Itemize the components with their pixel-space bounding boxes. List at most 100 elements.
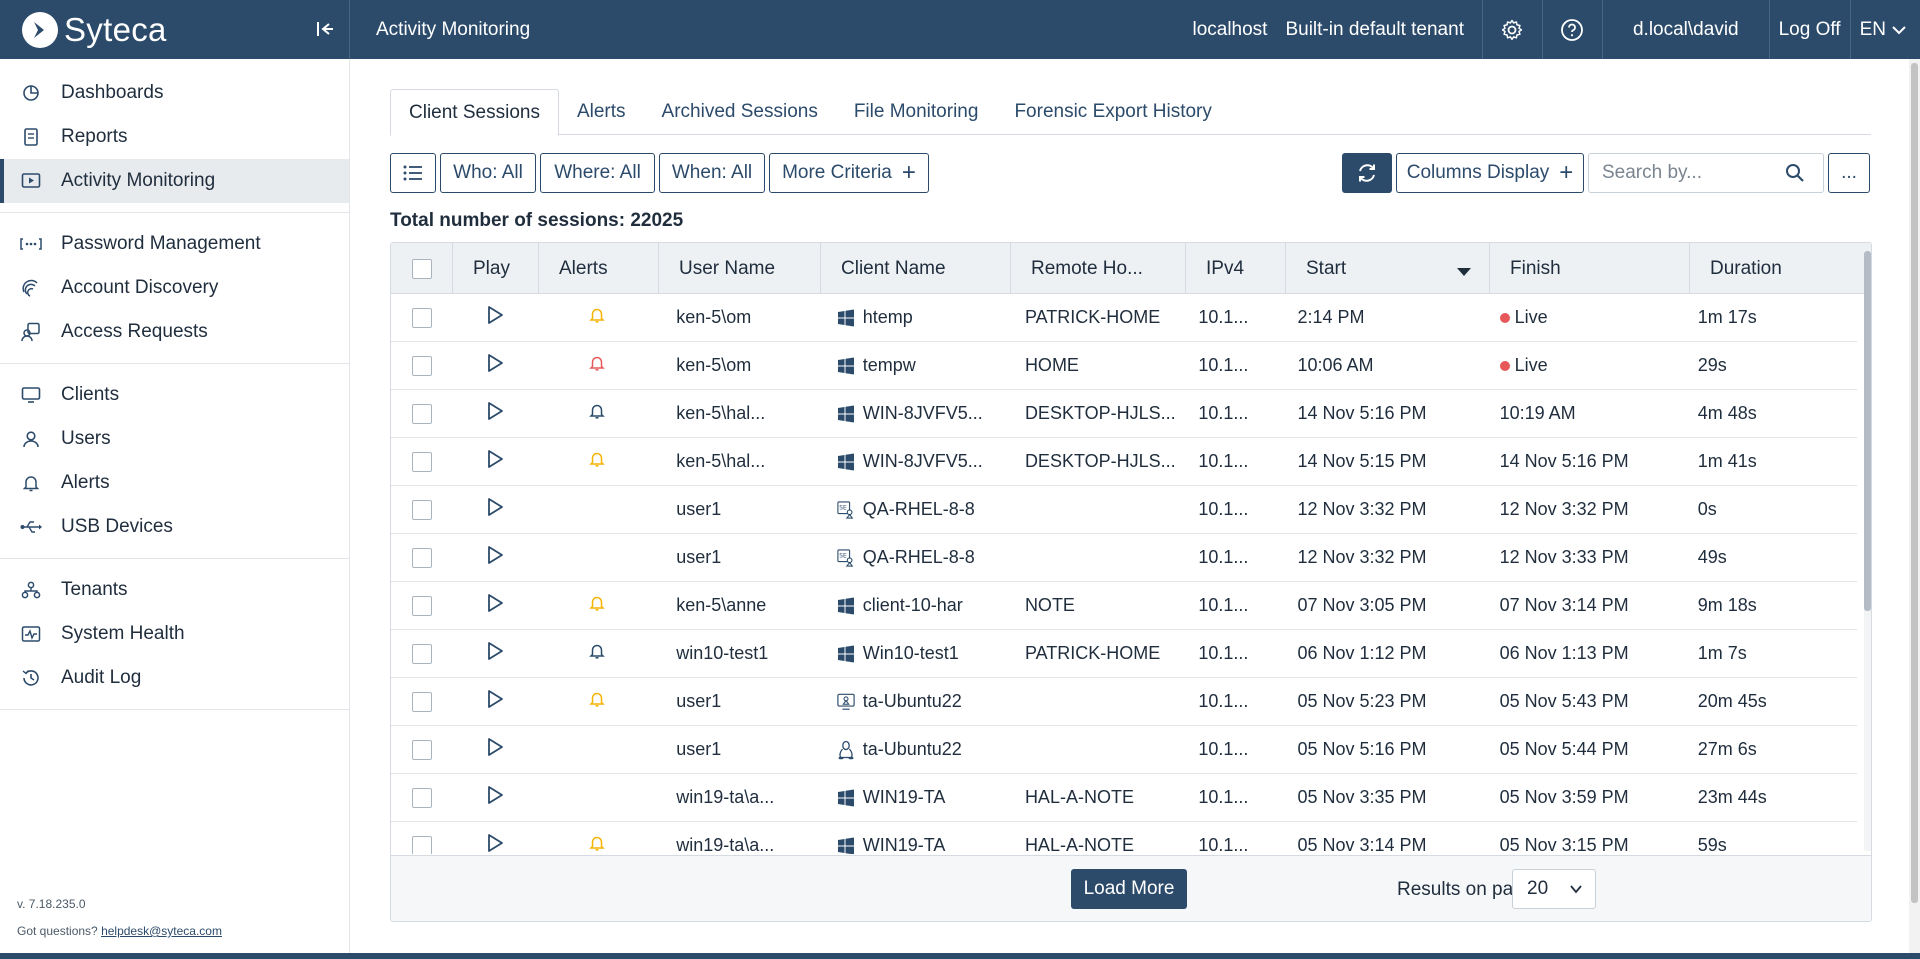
row-checkbox[interactable] <box>411 739 432 760</box>
tab-alerts[interactable]: Alerts <box>559 89 644 135</box>
when-filter-button[interactable]: When: All <box>659 153 765 193</box>
column-header-remote-ho[interactable]: Remote Ho... <box>1011 243 1186 294</box>
current-user[interactable]: d.local\david <box>1601 0 1769 59</box>
more-actions-button[interactable]: ... <box>1828 153 1870 193</box>
more-criteria-button[interactable]: More Criteria + <box>769 153 929 193</box>
column-header-duration[interactable]: Duration <box>1690 243 1871 294</box>
row-checkbox[interactable] <box>411 787 432 808</box>
sidebar-item-usb-devices[interactable]: USB Devices <box>0 505 349 549</box>
grid-scrollbar[interactable] <box>1864 251 1871 851</box>
tab-forensic-export-history[interactable]: Forensic Export History <box>996 89 1229 135</box>
sidebar-item-password-management[interactable]: Password Management <box>0 222 349 266</box>
tenant-name[interactable]: Built-in default tenant <box>1276 0 1482 59</box>
column-header-finish[interactable]: Finish <box>1490 243 1690 294</box>
row-checkbox[interactable] <box>411 835 432 854</box>
load-more-button[interactable]: Load More <box>1071 869 1187 909</box>
finish-text: 12 Nov 3:32 PM <box>1499 499 1629 519</box>
sidebar-item-system-health[interactable]: System Health <box>0 612 349 656</box>
play-icon[interactable] <box>486 737 504 762</box>
who-filter-button[interactable]: Who: All <box>440 153 536 193</box>
sort-desc-icon[interactable] <box>1457 261 1471 283</box>
results-per-page-select[interactable]: 20 <box>1512 869 1596 909</box>
sidebar-item-access-requests[interactable]: Access Requests <box>0 310 349 354</box>
sidebar-item-users[interactable]: Users <box>0 417 349 461</box>
play-icon[interactable] <box>486 449 504 474</box>
row-checkbox[interactable] <box>411 643 432 664</box>
play-icon[interactable] <box>486 689 504 714</box>
search-icon[interactable] <box>1785 163 1805 183</box>
collapse-sidebar-icon[interactable] <box>313 17 337 41</box>
tab-client-sessions[interactable]: Client Sessions <box>390 89 559 136</box>
column-header-play[interactable]: Play <box>453 243 539 294</box>
sidebar-item-account-discovery[interactable]: Account Discovery <box>0 266 349 310</box>
syteca-logo-icon[interactable] <box>22 11 58 48</box>
column-header-alerts[interactable]: Alerts <box>539 243 659 294</box>
row-checkbox[interactable] <box>411 403 432 424</box>
alert-bell-yellow-icon[interactable] <box>589 835 605 854</box>
columns-display-button[interactable]: Columns Display + <box>1396 153 1584 193</box>
sidebar-item-alerts[interactable]: Alerts <box>0 461 349 505</box>
language-select[interactable]: EN <box>1849 0 1920 59</box>
sidebar-item-tenants[interactable]: Tenants <box>0 568 349 612</box>
play-icon[interactable] <box>486 401 504 426</box>
alert-bell-yellow-icon[interactable] <box>589 307 605 328</box>
tab-archived-sessions[interactable]: Archived Sessions <box>644 89 836 135</box>
table-row[interactable]: ken-5\om htemp PATRICK-HOME 10.1... 2:14 PM L… <box>391 294 1857 342</box>
alert-bell-blue-icon[interactable] <box>589 643 605 664</box>
column-header-client-name[interactable]: Client Name <box>821 243 1011 294</box>
play-icon[interactable] <box>486 545 504 570</box>
sidebar-item-activity-monitoring[interactable]: Activity Monitoring <box>0 159 349 203</box>
page-scrollbar[interactable] <box>1909 59 1920 959</box>
table-row[interactable]: user1 ta-Ubuntu22 10.1... 05 Nov 5:23 PM 05 … <box>391 678 1857 726</box>
help-button[interactable] <box>1541 0 1602 59</box>
row-checkbox[interactable] <box>411 307 432 328</box>
table-row[interactable]: win19-ta\a... WIN19-TA HAL-A-NOTE 10.1... 05… <box>391 774 1857 822</box>
table-row[interactable]: win19-ta\a... WIN19-TA HAL-A-NOTE 10.1... 05… <box>391 822 1857 854</box>
row-checkbox[interactable] <box>411 547 432 568</box>
table-row[interactable]: ken-5\hal... WIN-8JVFV5... DESKTOP-HJLS...… <box>391 438 1857 486</box>
alert-bell-yellow-icon[interactable] <box>589 451 605 472</box>
table-row[interactable]: win10-test1 Win10-test1 PATRICK-HOME 10.1..… <box>391 630 1857 678</box>
sidebar-item-dashboards[interactable]: Dashboards <box>0 71 349 115</box>
select-all-checkbox[interactable] <box>411 258 432 279</box>
alert-bell-yellow-icon[interactable] <box>589 691 605 712</box>
row-checkbox[interactable] <box>411 355 432 376</box>
play-icon[interactable] <box>486 497 504 522</box>
settings-button[interactable] <box>1481 0 1542 59</box>
sidebar-item-label: Access Requests <box>61 321 208 342</box>
row-checkbox[interactable] <box>411 691 432 712</box>
row-checkbox[interactable] <box>411 499 432 520</box>
row-checkbox[interactable] <box>411 595 432 616</box>
sidebar-item-reports[interactable]: Reports <box>0 115 349 159</box>
play-icon[interactable] <box>486 353 504 378</box>
play-icon[interactable] <box>486 641 504 666</box>
alert-bell-yellow-icon[interactable] <box>589 595 605 616</box>
tab-file-monitoring[interactable]: File Monitoring <box>836 89 997 135</box>
logoff-button[interactable]: Log Off <box>1768 0 1850 59</box>
where-filter-button[interactable]: Where: All <box>540 153 655 193</box>
help-email-link[interactable]: helpdesk@syteca.com <box>101 924 222 938</box>
search-input[interactable] <box>1589 162 1785 184</box>
alert-bell-blue-icon[interactable] <box>589 403 605 424</box>
alert-bell-red-icon[interactable] <box>589 355 605 376</box>
table-row[interactable]: user1 ta-Ubuntu22 10.1... 05 Nov 5:16 PM 05 … <box>391 726 1857 774</box>
sidebar-item-audit-log[interactable]: Audit Log <box>0 656 349 700</box>
grid-scroll-thumb[interactable] <box>1864 251 1871 611</box>
page-scroll-thumb[interactable] <box>1911 63 1918 903</box>
list-view-button[interactable] <box>390 153 436 193</box>
play-icon[interactable] <box>486 785 504 810</box>
table-row[interactable]: ken-5\hal... WIN-8JVFV5... DESKTOP-HJLS...… <box>391 390 1857 438</box>
refresh-button[interactable] <box>1342 153 1392 193</box>
column-header-user-name[interactable]: User Name <box>659 243 821 294</box>
table-row[interactable]: user1 SE QA-RHEL-8-8 10.1... 12 Nov 3:32 PM 1… <box>391 486 1857 534</box>
sidebar-item-clients[interactable]: Clients <box>0 373 349 417</box>
play-icon[interactable] <box>486 833 504 854</box>
play-icon[interactable] <box>486 305 504 330</box>
column-header-ipv4[interactable]: IPv4 <box>1186 243 1286 294</box>
column-header-start[interactable]: Start <box>1286 243 1490 294</box>
play-icon[interactable] <box>486 593 504 618</box>
table-row[interactable]: ken-5\anne client-10-har NOTE 10.1... 07 Nov… <box>391 582 1857 630</box>
table-row[interactable]: ken-5\om tempw HOME 10.1... 10:06 AM Live 29s <box>391 342 1857 390</box>
row-checkbox[interactable] <box>411 451 432 472</box>
table-row[interactable]: user1 SE QA-RHEL-8-8 10.1... 12 Nov 3:32 PM 1… <box>391 534 1857 582</box>
